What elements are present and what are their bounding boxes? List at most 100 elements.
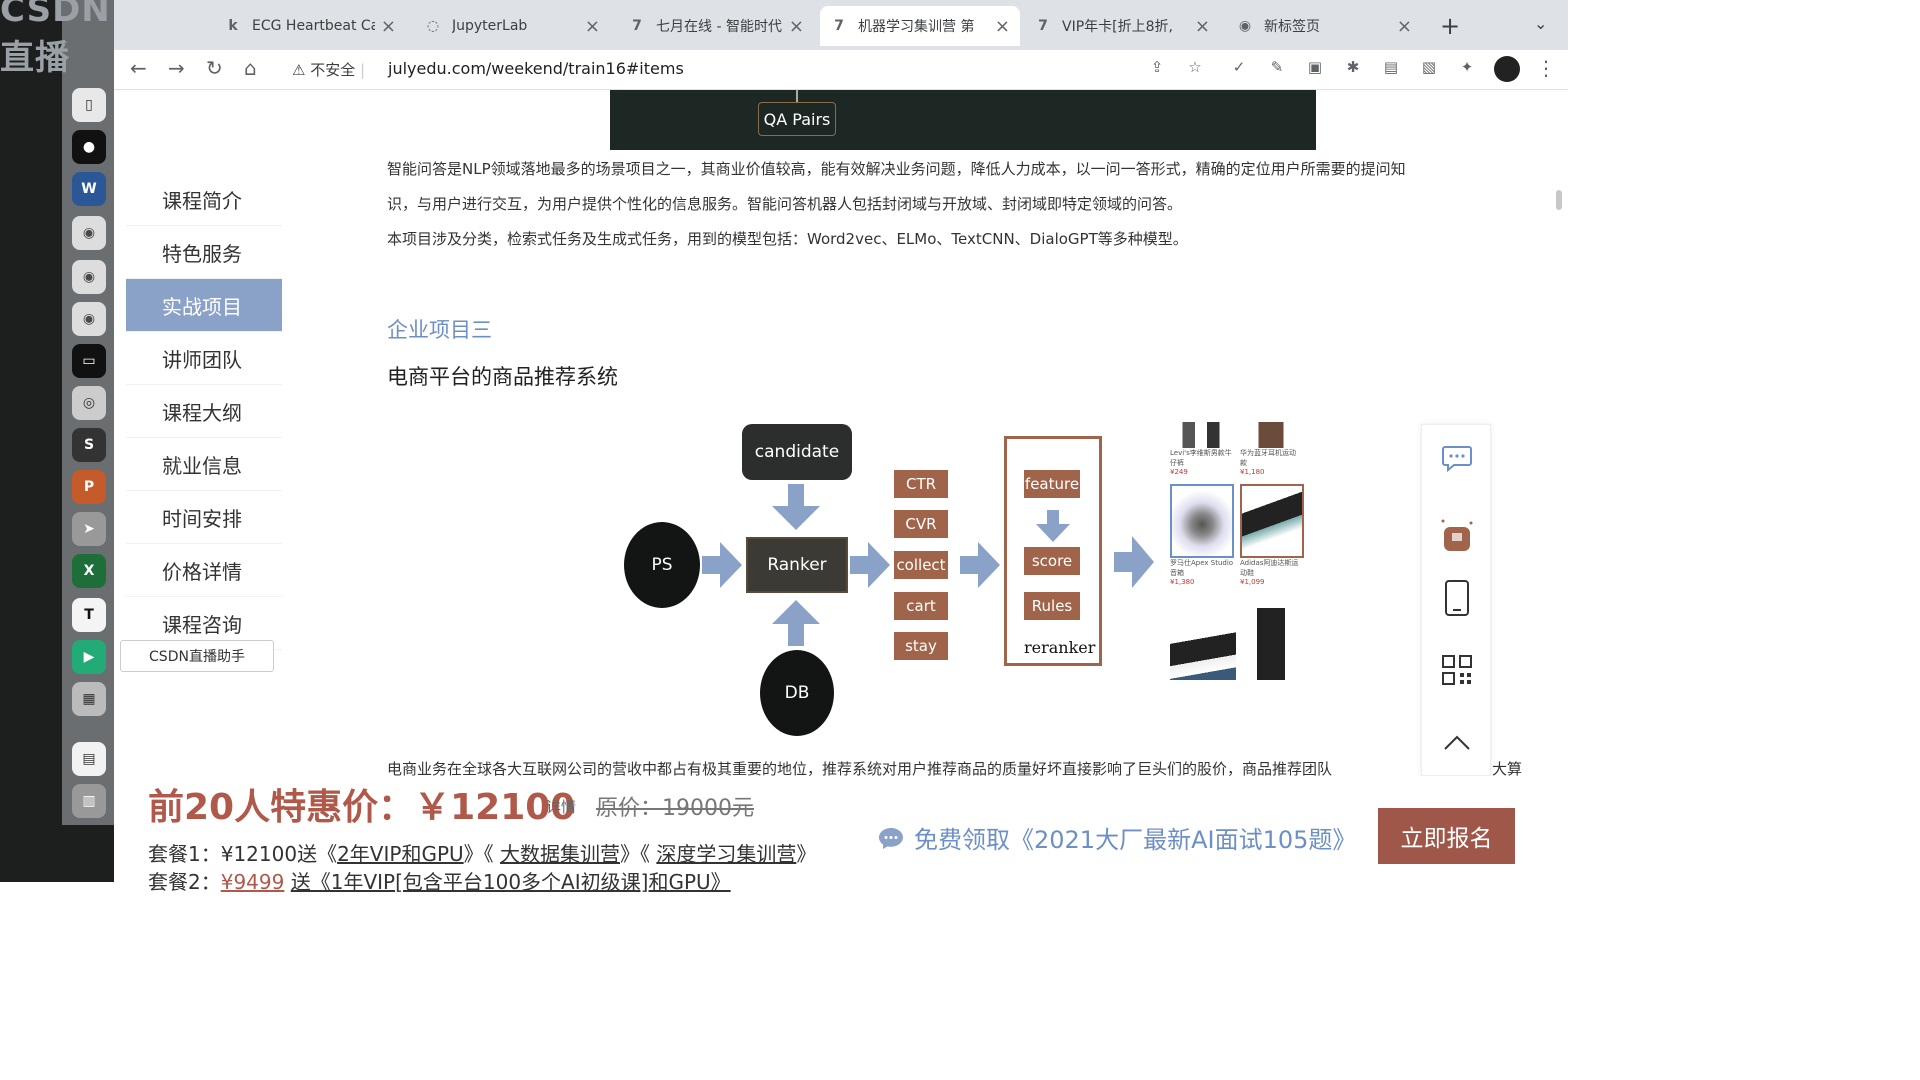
- arrow-right-icon: [702, 542, 742, 588]
- insecure-label: 不安全: [310, 61, 356, 79]
- extension-pen-icon[interactable]: ✎: [1266, 58, 1288, 80]
- extension-puzzle-icon[interactable]: ✱: [1342, 58, 1364, 80]
- paragraph-3: 本项目涉及分类，检索式任务及生成式任务，用到的模型包括：Word2vec、ELM…: [387, 230, 1188, 248]
- sublime-icon[interactable]: S: [72, 428, 106, 462]
- phone-icon[interactable]: [1436, 577, 1478, 619]
- product-thumb-speaker: 罗马仕Apex Studio音箱 ¥1,380: [1170, 484, 1234, 594]
- k-icon: k: [228, 18, 238, 34]
- tab-julyedu-home[interactable]: 7 七月在线 - 智能时代 ×: [618, 6, 814, 46]
- signup-button[interactable]: 立即报名: [1378, 808, 1515, 864]
- powerpoint-icon[interactable]: P: [72, 470, 106, 504]
- paragraph-2: 识，与用户进行交互，为用户提供个性化的信息服务。智能问答机器人包括封闭域与开放域…: [387, 195, 1183, 213]
- feature-box: feature: [1024, 470, 1080, 498]
- project-title: 电商平台的商品推荐系统: [387, 365, 618, 389]
- tab-ml-camp[interactable]: 7 机器学习集训营 第 ×: [820, 6, 1020, 46]
- pkg2-price: ¥9499: [220, 870, 285, 894]
- home-icon[interactable]: ⌂: [244, 56, 257, 80]
- chat-bubble-icon: [879, 827, 903, 849]
- qa-pairs-label: QA Pairs: [758, 102, 836, 136]
- product-name: 华为蓝牙耳机运动款: [1240, 449, 1296, 467]
- preview-icon[interactable]: ▦: [72, 682, 106, 716]
- sidenav-item-outline[interactable]: 课程大纲: [126, 385, 282, 438]
- pkg1-bigdata-link[interactable]: 大数据集训营: [500, 842, 620, 866]
- avatar[interactable]: [1494, 56, 1520, 82]
- product-name: Levi's李维斯男款牛仔裤: [1170, 449, 1232, 467]
- ranker-box: Ranker: [746, 537, 848, 593]
- tab-jupyter[interactable]: ◌ JupyterLab ×: [414, 6, 610, 46]
- forward-icon[interactable]: →: [168, 56, 185, 80]
- trash-icon[interactable]: ▥: [72, 784, 106, 818]
- chevron-down-icon[interactable]: ⌄: [1534, 14, 1547, 33]
- share-icon[interactable]: ⇪: [1146, 58, 1168, 80]
- product-thumb-jeans: Levi's李维斯男款牛仔裤 ¥249: [1170, 422, 1232, 480]
- tab-newtab[interactable]: ◉ 新标签页 ×: [1226, 6, 1422, 46]
- product-price: ¥1,380: [1170, 578, 1195, 586]
- extension-translate-icon[interactable]: ▧: [1418, 58, 1440, 80]
- close-icon[interactable]: ×: [789, 16, 804, 37]
- word-icon[interactable]: W: [72, 172, 106, 206]
- scrollbar[interactable]: [1556, 190, 1562, 210]
- rules-box: Rules: [1024, 592, 1080, 620]
- seven-icon: 7: [834, 18, 844, 34]
- extension-print-icon[interactable]: ▤: [1380, 58, 1402, 80]
- project-tag: 企业项目三: [387, 318, 492, 342]
- tab-label: ECG Heartbeat Cat: [252, 18, 375, 34]
- extension-pin-icon[interactable]: ✦: [1456, 58, 1478, 80]
- qrcode-icon[interactable]: [1436, 649, 1478, 691]
- player-icon[interactable]: ▶: [72, 640, 106, 674]
- menu-kebab-icon[interactable]: ⋮: [1536, 56, 1556, 80]
- sidenav-item-price[interactable]: 价格详情: [126, 544, 282, 597]
- detail-link[interactable]: 详情: [546, 796, 576, 817]
- extension-check-icon[interactable]: ✓: [1228, 58, 1250, 80]
- close-icon[interactable]: ×: [381, 16, 396, 37]
- back-icon[interactable]: ←: [130, 56, 147, 80]
- sidenav-item-services[interactable]: 特色服务: [126, 226, 282, 279]
- recommender-diagram: candidate PS Ranker DB CTR CVR collect c…: [620, 418, 1320, 748]
- tab-label: JupyterLab: [452, 18, 528, 34]
- pkg1-vip-link[interactable]: 2年VIP和GPU: [337, 842, 464, 866]
- document-icon[interactable]: ▤: [72, 742, 106, 776]
- terminal-icon[interactable]: ▭: [72, 344, 106, 378]
- chat-icon[interactable]: [1436, 437, 1478, 479]
- pkg1-dl-link[interactable]: 深度学习集训营: [656, 842, 796, 866]
- tab-ecg[interactable]: k ECG Heartbeat Cat ×: [214, 6, 406, 46]
- back-to-top-icon[interactable]: [1436, 721, 1478, 763]
- sidenav-item-jobs[interactable]: 就业信息: [126, 438, 282, 491]
- chrome-icon: ◉: [1238, 18, 1252, 34]
- package-2: 套餐2：¥9499 送《1年VIP[包含平台100多个AI初级课]和GPU》: [148, 866, 731, 895]
- product-price: ¥249: [1170, 468, 1188, 476]
- new-tab-button[interactable]: +: [1440, 12, 1460, 40]
- telegram-icon[interactable]: ➤: [72, 512, 106, 546]
- pkg2-offer-link[interactable]: 送《1年VIP[包含平台100多个AI初级课]和GPU》: [291, 870, 731, 894]
- qq-icon[interactable]: ●: [72, 130, 106, 164]
- wechat-icon-2[interactable]: ◉: [72, 260, 106, 294]
- ps-node: PS: [624, 522, 700, 608]
- reload-icon[interactable]: ↻: [206, 56, 223, 80]
- url-field[interactable]: julyedu.com/weekend/train16#items: [388, 59, 684, 78]
- pkg2-prefix: 套餐2：: [148, 870, 221, 894]
- gift-icon[interactable]: [1436, 515, 1478, 557]
- extension-save-icon[interactable]: ▣: [1304, 58, 1326, 80]
- bookmark-star-icon[interactable]: ☆: [1184, 58, 1206, 80]
- typora-icon[interactable]: T: [72, 598, 106, 632]
- close-icon[interactable]: ×: [1195, 16, 1210, 37]
- package-1: 套餐1：¥12100送《2年VIP和GPU》《 大数据集训营》《 深度学习集训营…: [148, 838, 816, 867]
- wechat-icon-3[interactable]: ◉: [72, 302, 106, 336]
- wechat-icon[interactable]: ◉: [72, 216, 106, 250]
- sidenav-item-schedule[interactable]: 时间安排: [126, 491, 282, 544]
- sidenav-item-teachers[interactable]: 讲师团队: [126, 332, 282, 385]
- arrow-right-icon: [850, 542, 890, 588]
- sidenav-item-intro[interactable]: 课程简介: [126, 173, 282, 226]
- close-icon[interactable]: ×: [1397, 16, 1412, 37]
- free-offer-link[interactable]: 免费领取《2021大厂最新AI面试105题》: [878, 820, 1356, 855]
- finder-icon[interactable]: ▯: [72, 88, 106, 122]
- close-icon[interactable]: ×: [995, 16, 1010, 37]
- csdn-assistant-badge[interactable]: CSDN直播助手: [120, 640, 274, 672]
- excel-icon[interactable]: X: [72, 554, 106, 588]
- floating-panel: [1421, 424, 1491, 776]
- insecure-badge[interactable]: ⚠ 不安全 |: [292, 59, 365, 80]
- sidenav-item-projects[interactable]: 实战项目: [126, 279, 282, 332]
- chrome-icon[interactable]: ◎: [72, 386, 106, 420]
- close-icon[interactable]: ×: [585, 16, 600, 37]
- tab-vip[interactable]: 7 VIP年卡[折上8折, ×: [1024, 6, 1220, 46]
